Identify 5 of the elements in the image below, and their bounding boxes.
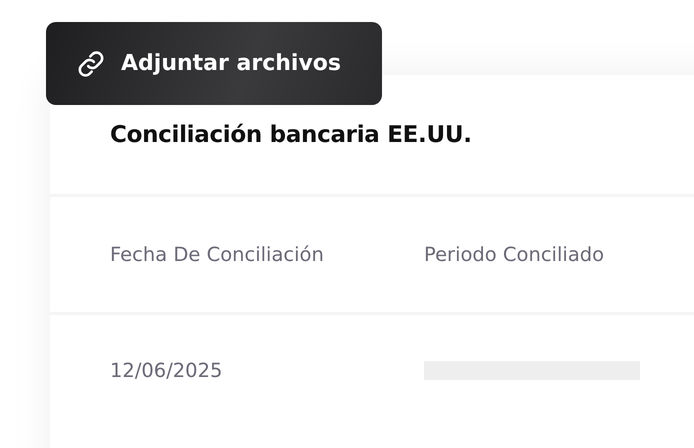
attach-files-button[interactable]: Adjuntar archivos xyxy=(46,22,382,105)
column-header: Fecha De Conciliación xyxy=(110,243,325,266)
table-cell-text: 12/06/2025 xyxy=(110,358,224,382)
column-header: Periodo Conciliado xyxy=(424,243,604,266)
card-title: Conciliación bancaria EE.UU. xyxy=(110,122,472,148)
